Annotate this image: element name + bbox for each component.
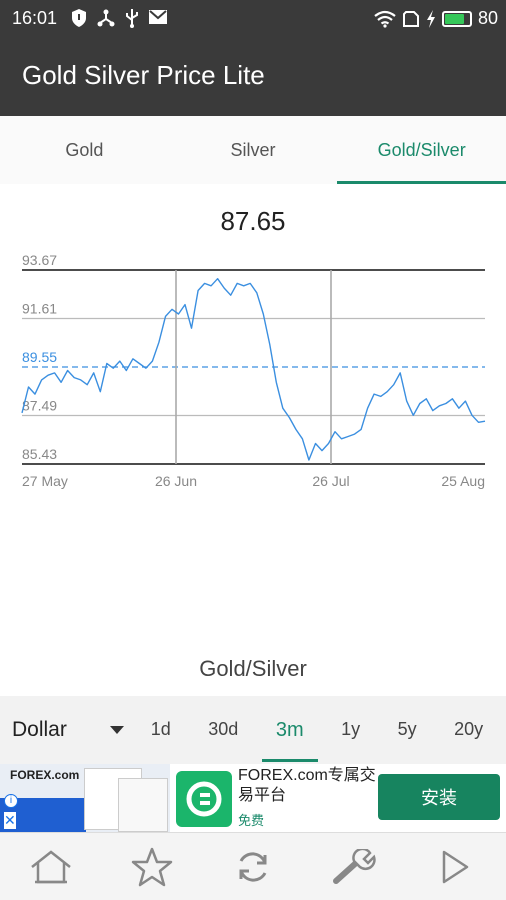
nav-settings[interactable] xyxy=(329,842,379,892)
nav-refresh[interactable] xyxy=(228,842,278,892)
mail-icon xyxy=(149,10,167,24)
battery-percent: 80 xyxy=(477,8,498,28)
shield-icon xyxy=(72,9,86,27)
bottom-nav xyxy=(0,832,506,900)
nav-favorites[interactable] xyxy=(127,842,177,892)
charging-bolt-icon xyxy=(426,9,435,28)
status-notification-icons xyxy=(70,8,168,28)
range-3m[interactable]: 3m xyxy=(261,699,318,762)
install-button[interactable]: 安装 xyxy=(378,774,500,820)
ad-banner[interactable]: FOREX.com i ✕ FOREX.com专属交易平台 免费 安装 xyxy=(0,764,506,832)
status-bar: 16:01 80 xyxy=(0,0,506,36)
battery-fill xyxy=(444,13,464,24)
app-bar: Gold Silver Price Lite xyxy=(0,36,506,116)
ad-subtitle: 免费 xyxy=(238,813,265,828)
y-tick-label: 87.49 xyxy=(22,398,57,414)
home-icon xyxy=(30,849,71,883)
chart-caption: Gold/Silver xyxy=(199,656,307,681)
wifi-icon xyxy=(374,10,396,28)
info-icon[interactable]: i xyxy=(4,794,18,808)
x-tick-label: 25 Aug xyxy=(441,473,485,489)
x-tick-label: 26 Jun xyxy=(155,473,197,489)
chart-panel: 87.65 93.67 91.61 89.55 87.49 85.43 27 May 26 … xyxy=(0,184,506,696)
metal-tabs: Gold Silver Gold/Silver xyxy=(0,116,506,184)
status-system-icons: 80 xyxy=(374,8,498,29)
close-icon[interactable]: ✕ xyxy=(4,812,16,829)
app-root: 16:01 80 Gold Silver Price Lite Gold Sil… xyxy=(0,0,506,900)
status-time: 16:01 xyxy=(12,8,58,28)
refresh-icon xyxy=(239,851,267,882)
share-network-icon xyxy=(97,9,115,27)
y-tick-label: 93.67 xyxy=(22,252,57,268)
wrench-icon xyxy=(333,848,376,884)
nav-forward[interactable] xyxy=(430,842,480,892)
tab-silver[interactable]: Silver xyxy=(169,116,338,184)
app-title: Gold Silver Price Lite xyxy=(22,60,265,90)
range-1y[interactable]: 1y xyxy=(335,699,366,762)
currency-dropdown[interactable]: Dollar xyxy=(0,718,132,742)
tab-gold[interactable]: Gold xyxy=(0,116,169,184)
ad-image[interactable]: FOREX.com i ✕ xyxy=(0,764,170,832)
ad-title[interactable]: FOREX.com专属交易平台 xyxy=(238,766,378,806)
range-bar: Dollar 1d 30d 3m 1y 5y 20y xyxy=(0,696,506,764)
y-tick-label: 91.61 xyxy=(22,301,57,317)
ad-screenshot-secondary xyxy=(118,778,168,832)
range-options: 1d 30d 3m 1y 5y 20y xyxy=(132,699,506,762)
x-tick-label: 26 Jul xyxy=(312,473,349,489)
y-tick-label: 89.55 xyxy=(22,349,57,365)
star-icon xyxy=(131,847,173,886)
series-line xyxy=(21,278,486,461)
range-20y[interactable]: 20y xyxy=(448,699,489,762)
range-1d[interactable]: 1d xyxy=(145,699,177,762)
chevron-down-icon xyxy=(110,726,124,734)
ad-logo-text: FOREX.com xyxy=(10,768,80,782)
ratio-chart[interactable]: 93.67 91.61 89.55 87.49 85.43 27 May 26 Jun 26 … xyxy=(0,242,506,502)
usb-icon xyxy=(126,9,138,28)
x-tick-label: 27 May xyxy=(22,473,68,489)
play-icon xyxy=(443,850,469,883)
battery-icon xyxy=(441,10,472,27)
nav-home[interactable] xyxy=(26,842,76,892)
tab-gold-silver[interactable]: Gold/Silver xyxy=(337,116,506,184)
forex-logo-icon xyxy=(186,781,222,817)
y-tick-label: 85.43 xyxy=(22,446,57,462)
range-5y[interactable]: 5y xyxy=(392,699,423,762)
sim-card-icon xyxy=(402,10,419,27)
currency-label: Dollar xyxy=(12,718,67,741)
ad-app-icon[interactable] xyxy=(176,771,232,827)
current-ratio-value: 87.65 xyxy=(220,206,286,236)
range-30d[interactable]: 30d xyxy=(202,699,244,762)
